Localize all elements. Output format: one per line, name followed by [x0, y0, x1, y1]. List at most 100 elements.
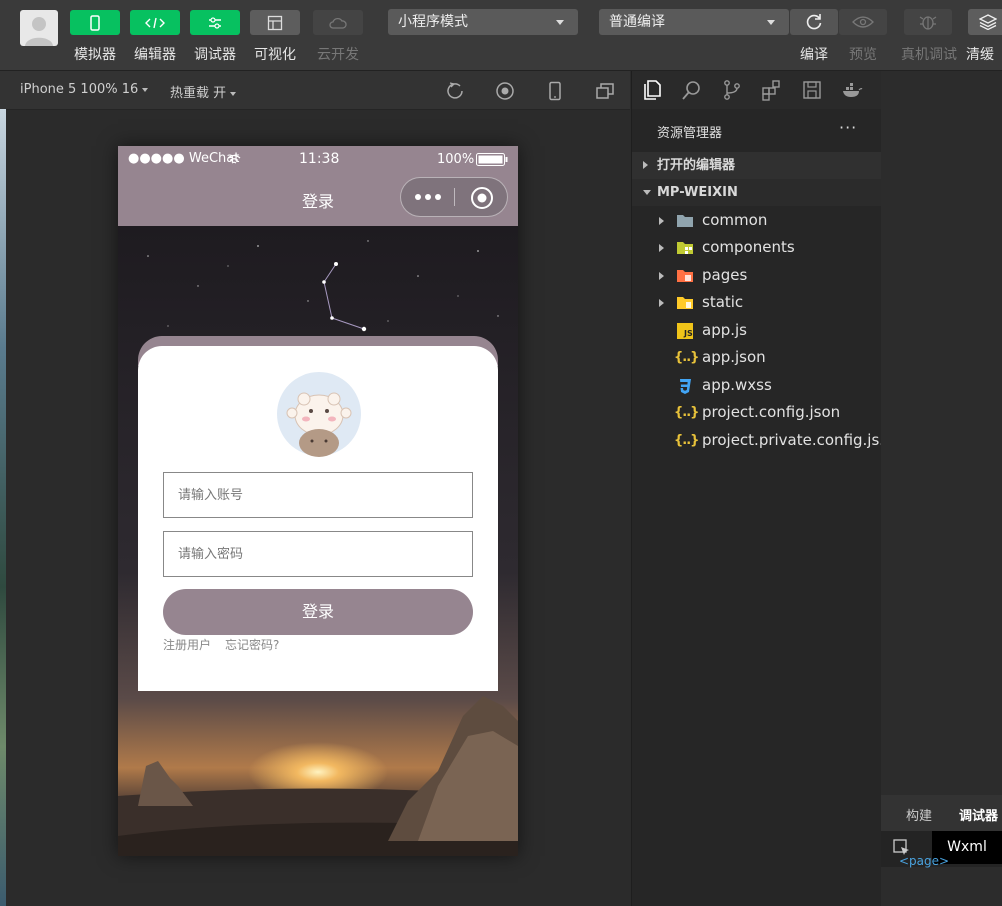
- folder-static[interactable]: static: [632, 289, 881, 316]
- remote-debug-button[interactable]: [904, 9, 952, 35]
- cloud-icon: [329, 17, 347, 29]
- tree-item-label: pages: [702, 266, 748, 284]
- desktop-background-strip: [0, 109, 6, 906]
- clear-cache-button[interactable]: [968, 9, 1002, 35]
- status-time: 11:38: [299, 151, 340, 167]
- file-app-json[interactable]: {..} app.json: [632, 344, 881, 371]
- layout-icon: [267, 15, 283, 30]
- explorer-panel: 资源管理器 ··· 打开的编辑器 MP-WEIXIN common compon…: [631, 71, 894, 906]
- file-app-js[interactable]: JS app.js: [632, 317, 881, 344]
- device-phone-icon[interactable]: [545, 81, 565, 101]
- project-label: MP-WEIXIN: [657, 185, 738, 200]
- tree-item-label: project.config.json: [702, 403, 841, 421]
- debugger-toggle-button[interactable]: [190, 10, 240, 35]
- project-section[interactable]: MP-WEIXIN: [632, 179, 881, 206]
- json-file-icon: {..}: [674, 405, 699, 420]
- open-editors-label: 打开的编辑器: [657, 158, 736, 173]
- extensions-icon[interactable]: [761, 79, 783, 101]
- more-dots-icon[interactable]: [413, 191, 443, 203]
- mini-program-capsule: [400, 177, 508, 217]
- search-icon[interactable]: [681, 79, 703, 101]
- file-project-config-json[interactable]: {..} project.config.json: [632, 399, 881, 426]
- compile-select[interactable]: 普通编译: [599, 9, 789, 35]
- chevron-down-icon: [142, 87, 149, 92]
- eye-icon: [852, 16, 874, 28]
- record-icon[interactable]: [495, 81, 515, 101]
- tree-item-label: app.json: [702, 348, 766, 366]
- chevron-down-icon: [643, 190, 651, 195]
- more-actions-icon[interactable]: ···: [839, 118, 857, 137]
- chevron-right-icon: [659, 272, 664, 280]
- tree-item-label: static: [702, 293, 744, 311]
- avatar-placeholder-icon: [25, 17, 53, 46]
- battery-icon: [476, 153, 508, 166]
- user-avatar[interactable]: [20, 10, 58, 46]
- file-project-private-config[interactable]: {..} project.private.config.js...: [632, 427, 894, 454]
- phone-simulator: ●●●●● WeChat 11:38 100% 登录 登录 注册: [118, 146, 518, 856]
- chevron-right-icon: [659, 244, 664, 252]
- login-button[interactable]: 登录: [163, 589, 473, 635]
- save-icon[interactable]: [801, 79, 823, 101]
- refresh-icon: [806, 14, 822, 30]
- preview-button[interactable]: [839, 9, 887, 35]
- tree-item-label: components: [702, 238, 795, 256]
- rotate-icon[interactable]: [445, 81, 465, 101]
- cloud-dev-label: 云开发: [317, 47, 359, 63]
- compile-button[interactable]: [790, 9, 838, 35]
- tree-item-label: app.wxss: [702, 376, 772, 394]
- phone-icon: [90, 14, 100, 31]
- code-icon: [145, 17, 165, 28]
- phone-navigation-bar: 登录: [118, 174, 518, 226]
- open-editors-section[interactable]: 打开的编辑器: [632, 152, 881, 179]
- activity-bar: [632, 71, 881, 109]
- simulator-header: iPhone 5 100% 16 热重载 开: [0, 71, 630, 110]
- login-card: 登录 注册用户 忘记密码?: [138, 346, 498, 691]
- folder-components[interactable]: components: [632, 234, 881, 261]
- folder-common[interactable]: common: [632, 207, 881, 234]
- components-folder-icon: [677, 242, 693, 254]
- register-link[interactable]: 注册用户: [163, 636, 211, 653]
- chevron-right-icon: [659, 217, 664, 225]
- preview-label: 预览: [849, 47, 877, 63]
- avatar: [277, 372, 361, 457]
- docker-icon[interactable]: [841, 79, 863, 101]
- files-icon[interactable]: [641, 79, 663, 101]
- folder-pages[interactable]: pages: [632, 262, 881, 289]
- static-folder-icon: [677, 297, 693, 309]
- account-input[interactable]: [163, 472, 473, 518]
- popout-window-icon[interactable]: [595, 81, 615, 101]
- json-file-icon: {..}: [674, 350, 699, 365]
- compile-select-value: 普通编译: [609, 14, 665, 30]
- cloud-dev-button[interactable]: [313, 10, 363, 35]
- hot-reload-value: 热重载 开: [170, 86, 227, 101]
- chevron-down-icon: [767, 20, 775, 25]
- tab-debugger[interactable]: 调试器: [959, 805, 998, 824]
- folder-icon: [677, 215, 693, 227]
- close-mini-program-icon[interactable]: [470, 186, 494, 210]
- javascript-file-icon: JS: [677, 323, 693, 339]
- device-select[interactable]: iPhone 5 100% 16: [20, 82, 149, 97]
- file-app-wxss[interactable]: app.wxss: [632, 372, 881, 399]
- chevron-down-icon: [230, 91, 237, 96]
- sliders-icon: [209, 16, 221, 29]
- wxml-page-node[interactable]: <page>: [899, 854, 949, 868]
- bug-icon: [919, 16, 937, 30]
- tab-build[interactable]: 构建: [906, 805, 932, 824]
- password-input[interactable]: [163, 531, 473, 577]
- editor-toggle-button[interactable]: [130, 10, 180, 35]
- hot-reload-select[interactable]: 热重载 开: [170, 82, 237, 101]
- chevron-down-icon: [556, 20, 564, 25]
- tree-item-label: common: [702, 211, 768, 229]
- editor-area: 构建 调试器 Wxml <page>: [881, 71, 1002, 906]
- clear-cache-label: 清缓: [966, 47, 994, 63]
- battery-percent: 100%: [437, 152, 475, 167]
- mode-select[interactable]: 小程序模式: [388, 9, 578, 35]
- source-control-icon[interactable]: [721, 79, 743, 101]
- forgot-password-link[interactable]: 忘记密码?: [225, 636, 279, 653]
- device-select-value: iPhone 5 100% 16: [20, 82, 139, 97]
- explorer-title: 资源管理器: [657, 126, 723, 141]
- debug-tab-bar: 构建 调试器: [881, 795, 1002, 831]
- wifi-icon: [227, 154, 241, 164]
- visual-toggle-button[interactable]: [250, 10, 300, 35]
- simulator-toggle-button[interactable]: [70, 10, 120, 35]
